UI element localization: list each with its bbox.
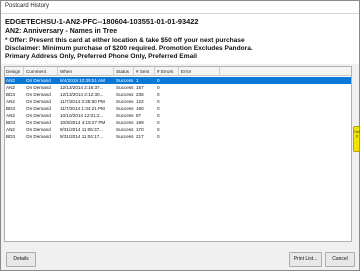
table-row[interactable]: AN2 On Demand 6/4/2018 10:35:51 AM Succe… (5, 77, 351, 84)
details-button[interactable]: Details (6, 252, 36, 267)
cell-sent: 157 (136, 85, 144, 90)
postcard-history-window: Postcard History EDGETECHSU-1-AN2-PFC--1… (0, 0, 360, 271)
table-row[interactable]: BD3 On Demand 12/13/2014 2:12:30... Succ… (5, 91, 351, 98)
table-row[interactable]: AN2 On Demand 8/31/2014 11:06:37... Succ… (5, 126, 351, 133)
cell-errors: 0 (157, 120, 160, 125)
table-row[interactable]: BD3 On Demand 8/31/2014 11:04:17... Succ… (5, 133, 351, 140)
offer-text: * Offer: Present this card at either loc… (5, 37, 245, 44)
cell-design: AN2 (6, 78, 15, 83)
cell-design: AN2 (6, 113, 15, 118)
cell-design: AN2 (6, 85, 15, 90)
cell-error (180, 105, 220, 112)
table-row[interactable]: AN2 On Demand 12/13/2014 2:16:37... Succ… (5, 84, 351, 91)
cancel-button[interactable]: Cancel (325, 252, 355, 267)
disclaimer-text: Disclaimer: Minimum purchase of $200 req… (5, 45, 253, 52)
cell-design: BD3 (6, 120, 15, 125)
cell-error (180, 77, 220, 84)
grid-header: Design Comment When Status # Sent # Erro… (5, 67, 351, 76)
cell-when: 8/31/2014 11:04:17... (60, 134, 104, 139)
cell-comment: On Demand (26, 85, 51, 90)
cell-design: BD3 (6, 134, 15, 139)
cell-when: 10/8/2014 4:15:27 PM (60, 120, 106, 125)
cell-errors: 0 (157, 99, 160, 104)
cell-when: 11/7/2014 3:25:50 PM (60, 99, 105, 104)
cell-status: Success (116, 134, 134, 139)
cell-comment: On Demand (26, 113, 51, 118)
table-row[interactable]: AN2 On Demand 10/10/2014 12:01:2... Succ… (5, 112, 351, 119)
cell-comment: On Demand (26, 120, 51, 125)
column-header-comment[interactable]: Comment (25, 67, 58, 76)
cell-sent: 1 (136, 78, 139, 83)
history-grid[interactable]: Design Comment When Status # Sent # Erro… (4, 66, 352, 242)
cell-status: Success (116, 120, 134, 125)
title-bar: Postcard History (1, 1, 359, 14)
help-side-tab-label: Help (354, 130, 360, 138)
cell-status: Success (116, 106, 134, 111)
cell-status: Success (116, 92, 134, 97)
cell-design: BD3 (6, 106, 15, 111)
postcard-id: EDGETECHSU-1-AN2-PFC--180604-103551-01-0… (5, 17, 199, 26)
cell-design: AN2 (6, 127, 15, 132)
cell-error (180, 91, 220, 98)
cell-errors: 0 (157, 106, 160, 111)
cell-error (180, 133, 220, 140)
column-header-when[interactable]: When (59, 67, 114, 76)
cell-when: 12/13/2014 2:12:30... (60, 92, 104, 97)
cell-status: Success (116, 127, 134, 132)
cell-errors: 0 (157, 134, 160, 139)
cell-error (180, 98, 220, 105)
cell-when: 8/31/2014 11:06:37... (60, 127, 104, 132)
cell-status: Success (116, 85, 134, 90)
cell-design: AN2 (6, 99, 15, 104)
cell-status: Success (116, 78, 134, 83)
cell-error (180, 126, 220, 133)
cell-sent: 170 (136, 127, 144, 132)
cell-errors: 0 (157, 113, 160, 118)
cell-status: Success (116, 99, 134, 104)
cell-comment: On Demand (26, 78, 51, 83)
cell-error (180, 84, 220, 91)
column-header-sent[interactable]: # Sent (135, 67, 155, 76)
cell-comment: On Demand (26, 99, 51, 104)
cell-when: 12/13/2014 2:16:37... (60, 85, 104, 90)
cell-comment: On Demand (26, 127, 51, 132)
cell-errors: 0 (157, 78, 160, 83)
cell-sent: 189 (136, 120, 144, 125)
cell-comment: On Demand (26, 92, 51, 97)
table-row[interactable]: BD3 On Demand 10/8/2014 4:15:27 PM Succe… (5, 119, 351, 126)
column-header-errors[interactable]: # Errors (156, 67, 179, 76)
cell-when: 6/4/2018 10:35:51 AM (60, 78, 105, 83)
cell-sent: 87 (136, 113, 142, 118)
cell-design: BD3 (6, 92, 15, 97)
cell-sent: 122 (136, 99, 144, 104)
cell-when: 10/10/2014 12:01:2... (60, 113, 104, 118)
help-side-tab[interactable]: Help (353, 126, 360, 152)
postcard-header: EDGETECHSU-1-AN2-PFC--180604-103551-01-0… (1, 14, 359, 64)
cell-sent: 236 (136, 92, 144, 97)
column-header-error[interactable]: Error (180, 67, 220, 76)
design-name: AN2: Anniversary - Names in Tree (5, 28, 118, 35)
cell-status: Success (116, 113, 134, 118)
cell-error (180, 119, 220, 126)
window-title: Postcard History (5, 3, 50, 9)
cell-errors: 0 (157, 92, 160, 97)
cell-sent: 190 (136, 106, 144, 111)
cell-comment: On Demand (26, 134, 51, 139)
print-list-button[interactable]: Print List... (289, 252, 322, 267)
table-row[interactable]: BD3 On Demand 11/7/2014 1:34:21 PM Succe… (5, 105, 351, 112)
column-header-status[interactable]: Status (115, 67, 134, 76)
contact-rules-text: Primary Address Only, Preferred Phone On… (5, 53, 197, 60)
cell-sent: 217 (136, 134, 144, 139)
cell-error (180, 112, 220, 119)
cell-when: 11/7/2014 1:34:21 PM (60, 106, 105, 111)
cell-errors: 0 (157, 127, 160, 132)
cell-errors: 0 (157, 85, 160, 90)
table-row[interactable]: AN2 On Demand 11/7/2014 3:25:50 PM Succe… (5, 98, 351, 105)
cell-comment: On Demand (26, 106, 51, 111)
column-header-design[interactable]: Design (5, 67, 24, 76)
